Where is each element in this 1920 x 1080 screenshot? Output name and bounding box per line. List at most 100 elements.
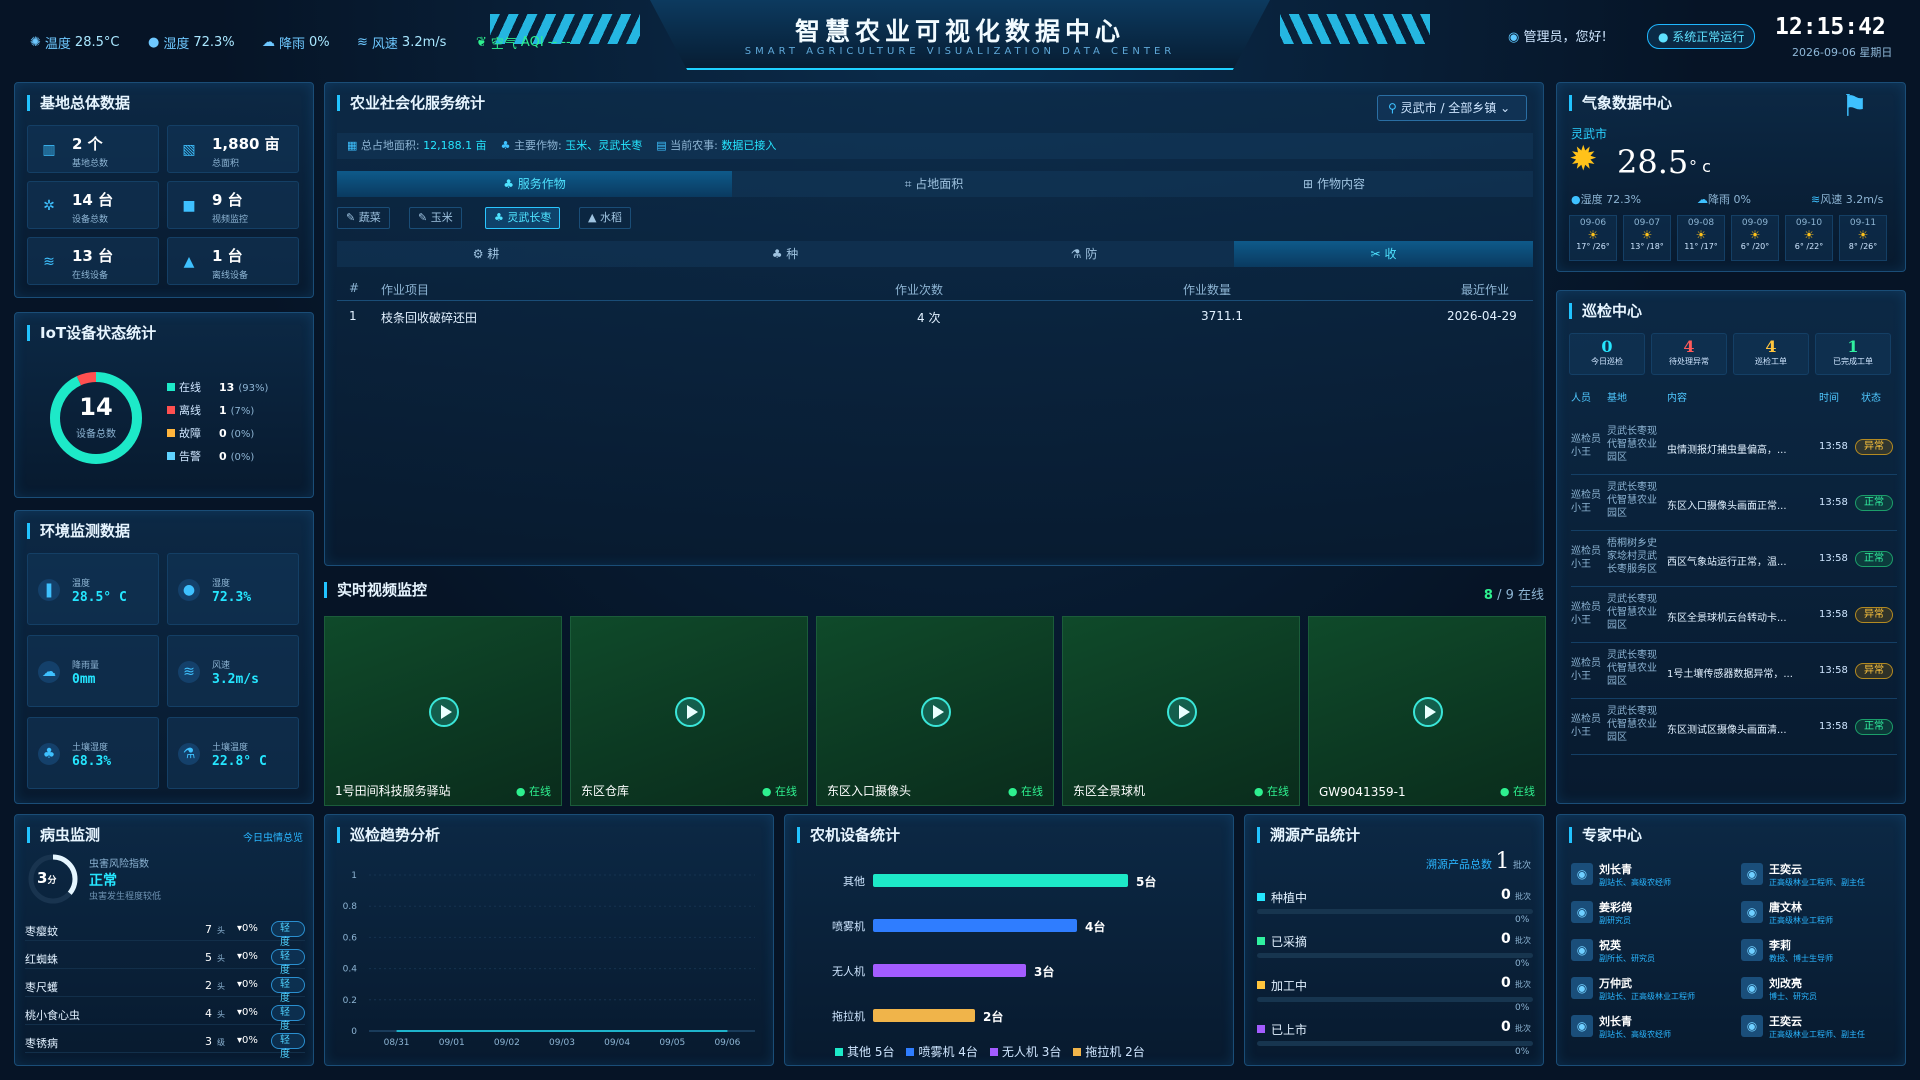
expert-card[interactable]: ◉ 祝英 副所长、研究员 [1571, 935, 1731, 965]
patrol-base: 灵武长枣现代智慧农业园区 [1607, 594, 1657, 631]
env-label: 降雨量 [72, 661, 100, 671]
patrol-row[interactable]: 巡检员小王 灵武长枣现代智慧农业园区 东区测试区摄像头画面清... 13:58 正常 [1571, 703, 1897, 755]
forecast-date: 09-08 [1687, 218, 1715, 228]
patrol-stat-value: 4 [1765, 337, 1777, 356]
leaf-icon: ❦ [476, 35, 487, 50]
patrol-stat[interactable]: 0 今日巡检 [1569, 333, 1645, 375]
service-stats-panel: 农业社会化服务统计 ⚲ 灵武市 / 全部乡镇 ⌄ ▦ 总占地面积: 12,188… [324, 82, 1544, 566]
tab-land-area[interactable]: ⌗ 占地面积 [735, 171, 1133, 197]
pest-name: 枣尺蠖 [25, 981, 58, 994]
gauge-value: 3 [37, 869, 48, 887]
play-icon[interactable] [429, 697, 459, 727]
patrol-time: 13:58 [1819, 553, 1848, 564]
patrol-row[interactable]: 巡检员小王 灵武长枣现代智慧农业园区 1号土壤传感器数据异常，... 13:58 异常 [1571, 647, 1897, 699]
video-tile[interactable]: 东区仓库 ● 在线 [570, 616, 808, 806]
env-value: 0mm [72, 672, 96, 687]
machine-bar [873, 1009, 975, 1022]
pest-unit: 头 [217, 926, 225, 935]
video-tile[interactable]: GW9041359-1 ● 在线 [1308, 616, 1546, 806]
legend-name: 离线 [179, 404, 201, 417]
trace-value: 0 [1501, 1019, 1511, 1035]
weather-label: 降雨 [279, 37, 306, 52]
bar-category-label: 无人机 [832, 964, 865, 978]
weather-station-icon: ⚑ [1841, 89, 1868, 124]
patrol-stat[interactable]: 4 巡检工单 [1733, 333, 1809, 375]
area-icon: ⌗ [904, 177, 912, 191]
iot-status-panel: IoT设备状态统计 14 设备总数 在线 13 (93%) 离线 1 (7%) 故障 0 (0%… [14, 312, 314, 498]
video-tile[interactable]: 东区入口摄像头 ● 在线 [816, 616, 1054, 806]
stage-tab-sow[interactable]: ♣ 种 [636, 241, 934, 267]
avatar-icon: ◉ [1571, 1015, 1593, 1037]
crop-chip-jujube[interactable]: ♣ 灵武长枣 [485, 207, 561, 229]
pest-row[interactable]: 红蜘蛛 5 头 ▾0% 轻度 [25, 947, 305, 976]
expert-card[interactable]: ◉ 王奕云 正高级林业工程师、副主任 [1741, 1011, 1901, 1041]
patrol-time: 13:58 [1819, 721, 1848, 732]
stage-tab-plow[interactable]: ⚙ 耕 [337, 241, 635, 267]
expert-card[interactable]: ◉ 万仲武 副站长、正高级林业工程师 [1571, 973, 1731, 1003]
expert-card[interactable]: ◉ 王奕云 正高级林业工程师、副主任 [1741, 859, 1901, 889]
expert-card[interactable]: ◉ 刘长青 副站长、高级农经师 [1571, 1011, 1731, 1041]
forecast-day: 09-06 ☀ 17° /26° [1569, 215, 1617, 261]
trace-swatch [1257, 937, 1265, 945]
table-row[interactable]: 1 枝条回收破碎还田 4 次 3711.1 2026-04-29 [337, 303, 1533, 329]
crop-chip-vegetable[interactable]: ✎ 蔬菜 [337, 207, 390, 229]
pest-row[interactable]: 枣尺蠖 2 头 ▾0% 轻度 [25, 975, 305, 1004]
patrol-stat[interactable]: 4 待处理异常 [1651, 333, 1727, 375]
pest-overview-link[interactable]: 今日虫情总览 [243, 829, 303, 844]
weather-label: 温度 [44, 37, 71, 52]
expert-card[interactable]: ◉ 姜彩鸽 副研究员 [1571, 897, 1731, 927]
patrol-row[interactable]: 巡检员小王 灵武长枣现代智慧农业园区 虫情测报灯捕虫量偏高，... 13:58 异常 [1571, 423, 1897, 475]
pest-row[interactable]: 枣瘿蚊 7 头 ▾0% 轻度 [25, 919, 305, 948]
play-icon[interactable] [921, 697, 951, 727]
overview-value: 1,880 亩 [212, 135, 280, 153]
rain-icon: ☁ [262, 35, 275, 50]
panel-title: 巡检中心 [1569, 303, 1642, 319]
forecast-day: 09-11 ☀ 8° /26° [1839, 215, 1887, 261]
region-select[interactable]: ⚲ 灵武市 / 全部乡镇 ⌄ [1377, 95, 1527, 121]
play-icon[interactable] [1167, 697, 1197, 727]
pest-row[interactable]: 桃小食心虫 4 头 ▾0% 轻度 [25, 1003, 305, 1032]
video-tile[interactable]: 东区全景球机 ● 在线 [1062, 616, 1300, 806]
crop-chip-corn[interactable]: ✎ 玉米 [409, 207, 462, 229]
pest-unit: 级 [217, 1038, 225, 1047]
env-card: ⚗ 土壤温度 22.8° C [167, 717, 299, 789]
play-icon[interactable] [675, 697, 705, 727]
patrol-content: 1号土壤传感器数据异常，... [1667, 669, 1793, 680]
expert-card[interactable]: ◉ 刘改亮 博士、研究员 [1741, 973, 1901, 1003]
forecast-range: 8° /26° [1848, 242, 1878, 251]
env-monitor-panel: 环境监测数据 ❚ 温度 28.5° C ● 湿度 72.3% ☁ 降雨量 0mm ≋ 风速 3.2m/… [14, 510, 314, 804]
legend-pct: (93%) [238, 383, 269, 394]
overview-label: 总面积 [212, 159, 240, 169]
crop-chip-rice[interactable]: ▲ 水稻 [579, 207, 631, 229]
play-icon[interactable] [1413, 697, 1443, 727]
expert-card[interactable]: ◉ 刘长青 副站长、高级农经师 [1571, 859, 1731, 889]
expert-card[interactable]: ◉ 李莉 教授、博士生导师 [1741, 935, 1901, 965]
chip-label: 玉米 [430, 211, 453, 224]
user-greeting[interactable]: ◉ 管理员，您好! [1508, 26, 1607, 45]
expert-name: 万仲武 [1599, 977, 1632, 990]
patrol-row[interactable]: 巡检员小王 灵武长枣现代智慧农业园区 东区入口摄像头画面正常... 13:58 正常 [1571, 479, 1897, 531]
env-label: 温度 [72, 579, 91, 589]
video-tile[interactable]: 1号田间科技服务驿站 ● 在线 [324, 616, 562, 806]
pest-row[interactable]: 枣锈病 3 级 ▾0% 轻度 [25, 1031, 305, 1060]
panel-title: 基地总体数据 [27, 95, 130, 111]
pest-count: 2 [205, 979, 212, 992]
trace-progress-track [1257, 997, 1533, 1002]
stage-tab-harvest[interactable]: ✂ 收 [1234, 241, 1533, 267]
expert-card[interactable]: ◉ 唐文林 正高级林业工程师 [1741, 897, 1901, 927]
tab-service-crops[interactable]: ♣ 服务作物 [337, 171, 732, 197]
patrol-row[interactable]: 巡检员小王 灵武长枣现代智慧农业园区 东区全景球机云台转动卡... 13:58 异常 [1571, 591, 1897, 643]
tab-crop-content[interactable]: ⊞ 作物内容 [1135, 171, 1533, 197]
expert-name: 李莉 [1769, 939, 1791, 952]
stage-tab-protect[interactable]: ⚗ 防 [935, 241, 1233, 267]
expert-name: 王奕云 [1769, 863, 1802, 876]
patrol-row[interactable]: 巡检员小王 梧桐树乡史家埝村灵武长枣服务区 西区气象站运行正常，温... 13:58 正… [1571, 535, 1897, 587]
panel-title: 农业社会化服务统计 [337, 95, 485, 111]
overview-value: 13 台 [72, 247, 114, 265]
pest-trend: ▾0% [237, 1035, 258, 1046]
patrol-stat[interactable]: 1 已完成工单 [1815, 333, 1891, 375]
env-value: 22.8° C [212, 754, 267, 769]
camera-name: 1号田间科技服务驿站 [335, 784, 451, 798]
chip-label: 灵武长枣 [507, 211, 552, 224]
legend-pct: (0%) [230, 452, 255, 463]
